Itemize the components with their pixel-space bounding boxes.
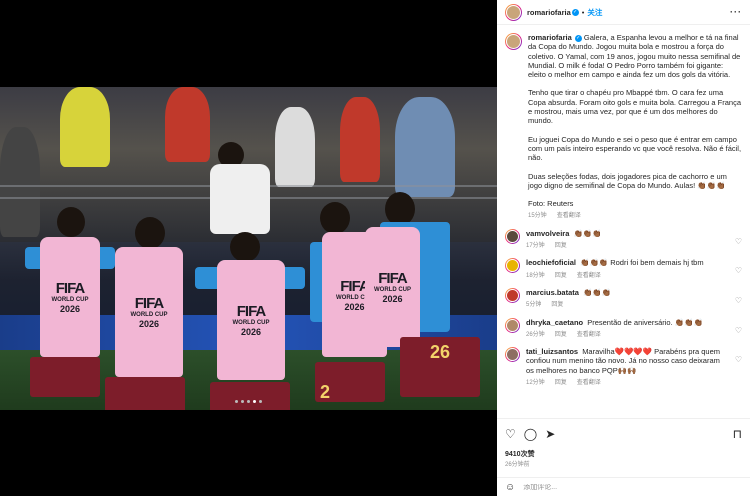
commenter-username[interactable]: dhryka_caetano [526, 318, 583, 327]
translate-link[interactable]: 查看翻译 [577, 379, 601, 388]
comment-input[interactable] [523, 484, 724, 491]
verified-badge-icon: ✓ [574, 34, 582, 42]
comment-text: Presentão de aniversário. 👏🏾👏🏾👏🏾 [587, 317, 703, 327]
carousel-dot[interactable] [235, 400, 238, 403]
comment-body: tati_luizsantos Maravilha❤️❤️❤️❤️ Parabé… [526, 347, 742, 388]
carousel-dot[interactable] [241, 400, 244, 403]
action-icons: ♡ ◯ ➤ ⊓ [505, 427, 742, 443]
commenter-avatar[interactable] [505, 228, 520, 244]
fan-figure [340, 97, 380, 182]
caption: romariofaria ✓ Galera, a Espanha levou a … [505, 33, 742, 222]
post-header: romariofaria ✓ • 关注 ··· [497, 0, 750, 25]
commenter-username[interactable]: vamvolveira [526, 229, 569, 238]
verified-badge-icon: ✓ [571, 8, 579, 16]
comment-item: marcius.batata 👏🏾👏🏾👏🏾 5分钟 回复 ♡ [505, 287, 742, 311]
reply-link[interactable]: 回复 [555, 331, 567, 340]
comment-text: 👏🏾👏🏾👏🏾 [583, 287, 612, 297]
caption-paragraph: Duas seleções fodas, dois jogadores pica… [528, 171, 727, 190]
carousel-indicator[interactable] [0, 400, 497, 403]
comment-list: vamvolveira 👏🏾👏🏾👏🏾 17分钟 回复 ♡ leochiefoficial… [505, 228, 742, 389]
comment-item: dhryka_caetano Presentão de aniversário.… [505, 317, 742, 341]
reply-link[interactable]: 回复 [551, 301, 563, 310]
commenter-avatar[interactable] [505, 287, 520, 303]
commenter-username[interactable]: leochiefoficial [526, 258, 576, 267]
caption-paragraph: Tenho que tirar o chapéu pro Mbappé tbm.… [528, 88, 742, 126]
caption-paragraph: Eu joguei Copa do Mundo e sei o peso que… [528, 134, 742, 163]
caption-body: romariofaria ✓ Galera, a Espanha levou a … [528, 33, 742, 222]
comment-like-heart-icon[interactable]: ♡ [735, 266, 742, 275]
author-username[interactable]: romariofaria [527, 8, 571, 17]
heart-icon[interactable]: ♡ [505, 427, 516, 443]
carousel-dot[interactable] [247, 400, 250, 403]
author-avatar[interactable] [505, 3, 522, 21]
fan-figure [275, 107, 315, 187]
comment-body: vamvolveira 👏🏾👏🏾👏🏾 17分钟 回复 [526, 229, 742, 252]
comment-body: marcius.batata 👏🏾👏🏾👏🏾 5分钟 回复 [526, 288, 742, 311]
comment-time: 26分钟 [526, 331, 545, 338]
comment-body: leochiefoficial 👏🏾👏🏾👏🏾 Rodri foi bem dem… [526, 258, 742, 281]
fan-figure [60, 87, 110, 167]
bookmark-icon[interactable]: ⊓ [733, 427, 742, 441]
caption-paragraph: Foto: Reuters [528, 199, 574, 209]
comment-like-heart-icon[interactable]: ♡ [735, 237, 742, 246]
commenter-avatar[interactable] [505, 347, 520, 363]
comment-icon[interactable]: ◯ [524, 427, 537, 443]
comment-item: leochiefoficial 👏🏾👏🏾👏🏾 Rodri foi bem dem… [505, 258, 742, 281]
comment-body: dhryka_caetano Presentão de aniversário.… [526, 318, 742, 341]
likes-count[interactable]: 9410次赞 [505, 449, 535, 459]
reply-link[interactable]: 回复 [555, 272, 567, 281]
reply-link[interactable]: 回复 [555, 242, 567, 251]
comments-section[interactable]: romariofaria ✓ Galera, a Espanha levou a … [497, 26, 750, 416]
caption-time: 15分钟 [528, 213, 547, 220]
comment-item: tati_luizsantos Maravilha❤️❤️❤️❤️ Parabé… [505, 347, 742, 388]
comment-like-heart-icon[interactable]: ♡ [735, 355, 742, 364]
fan-figure [165, 87, 210, 162]
post-photo: FIFA WORLD CUP 2026 FIFA WORLD CUP 2026 … [0, 87, 497, 410]
fan-figure [395, 97, 455, 197]
commenter-avatar[interactable] [505, 317, 520, 333]
share-icon[interactable]: ➤ [545, 427, 555, 443]
comment-item: vamvolveira 👏🏾👏🏾👏🏾 17分钟 回复 ♡ [505, 228, 742, 252]
commenter-username[interactable]: marcius.batata [526, 288, 579, 297]
post-media[interactable]: FIFA WORLD CUP 2026 FIFA WORLD CUP 2026 … [0, 0, 497, 496]
posted-time: 26分钟前 [505, 462, 530, 468]
fan-figure [0, 127, 40, 237]
comment-time: 17分钟 [526, 243, 545, 250]
comment-time: 5分钟 [526, 302, 542, 309]
reply-link[interactable]: 回复 [555, 379, 567, 388]
actions-bar: ♡ ◯ ➤ ⊓ 9410次赞 26分钟前 ☺ [497, 418, 750, 496]
commenter-username[interactable]: tati_luizsantos [526, 347, 578, 356]
carousel-dot[interactable] [259, 400, 262, 403]
add-comment-bar: ☺ [497, 477, 750, 496]
comment-text: 👏🏾👏🏾👏🏾 Rodri foi bem demais hj tbm [580, 258, 704, 268]
comment-time: 12分钟 [526, 380, 545, 387]
translate-link[interactable]: 查看翻译 [557, 212, 581, 221]
more-options-icon[interactable]: ··· [730, 7, 742, 17]
carousel-dot[interactable] [253, 400, 256, 403]
comment-like-heart-icon[interactable]: ♡ [735, 326, 742, 335]
comment-text: 👏🏾👏🏾👏🏾 [573, 228, 602, 238]
author-avatar[interactable] [505, 33, 522, 50]
separator-dot: • [581, 7, 585, 17]
comment-like-heart-icon[interactable]: ♡ [735, 296, 742, 305]
translate-link[interactable]: 查看翻译 [577, 331, 601, 340]
translate-link[interactable]: 查看翻译 [577, 272, 601, 281]
caption-username[interactable]: romariofaria [528, 33, 572, 42]
smiley-icon[interactable]: ☺ [505, 482, 515, 493]
commenter-avatar[interactable] [505, 258, 520, 274]
follow-button[interactable]: 关注 [587, 7, 602, 18]
comment-time: 18分钟 [526, 272, 545, 279]
post-panel: romariofaria ✓ • 关注 ··· romariofaria ✓ Ga… [497, 0, 750, 496]
